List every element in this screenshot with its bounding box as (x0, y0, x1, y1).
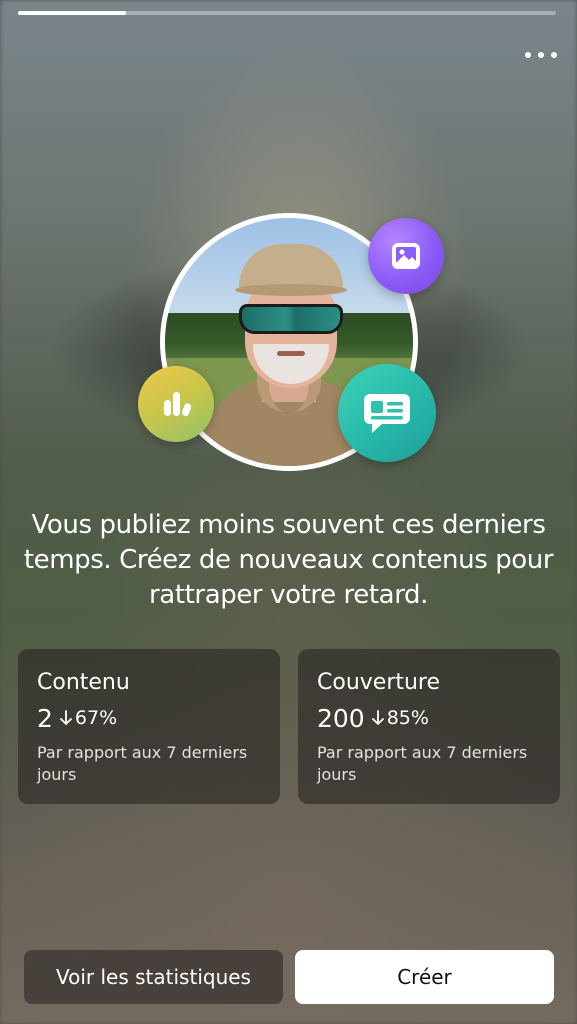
stat-card-change-value: 67% (74, 707, 118, 729)
stat-card-value-row: 2 67% (37, 703, 261, 734)
message-icon (364, 394, 410, 433)
more-horizontal-icon (525, 52, 531, 58)
story-progress-bar (18, 11, 556, 15)
avatar-cap-bill (235, 284, 347, 296)
stat-card-note: Par rapport aux 7 derniers jours (317, 743, 528, 784)
stat-card-value: 2 (37, 704, 53, 733)
more-options-button[interactable] (525, 46, 557, 64)
stat-card-contenu: Contenu 2 67% Par rapport aux 7 derniers… (18, 649, 280, 804)
create-button[interactable]: Créer (295, 950, 554, 1004)
arrow-down-icon (60, 710, 72, 725)
stat-card-value: 200 (317, 704, 365, 733)
stat-card-note: Par rapport aux 7 derniers jours (37, 743, 248, 784)
stat-card-value-row: 200 85% (317, 703, 541, 734)
photo-icon (392, 243, 420, 269)
stat-card-change: 85% (371, 703, 429, 733)
avatar-sunglasses (239, 304, 343, 334)
arrow-down-icon (371, 710, 384, 725)
stat-card-change-value: 85% (386, 707, 429, 729)
stat-card-title: Contenu (37, 670, 130, 695)
more-horizontal-icon-dot (551, 52, 557, 58)
more-horizontal-icon-dot (538, 52, 544, 58)
view-statistics-button[interactable]: Voir les statistiques (24, 950, 283, 1004)
headline-message: Vous publiez moins souvent ces derniers … (23, 510, 554, 610)
message-bubble (338, 364, 436, 462)
story-progress-fill (18, 11, 126, 15)
stat-card-change: 67% (59, 703, 117, 733)
chart-bubble (138, 366, 214, 442)
photo-bubble (368, 218, 444, 294)
avatar-mouth (277, 351, 305, 356)
stat-card-couverture: Couverture 200 85% Par rapport aux 7 der… (298, 649, 560, 804)
stat-card-title: Couverture (317, 670, 441, 695)
bar-chart-icon (164, 392, 192, 417)
